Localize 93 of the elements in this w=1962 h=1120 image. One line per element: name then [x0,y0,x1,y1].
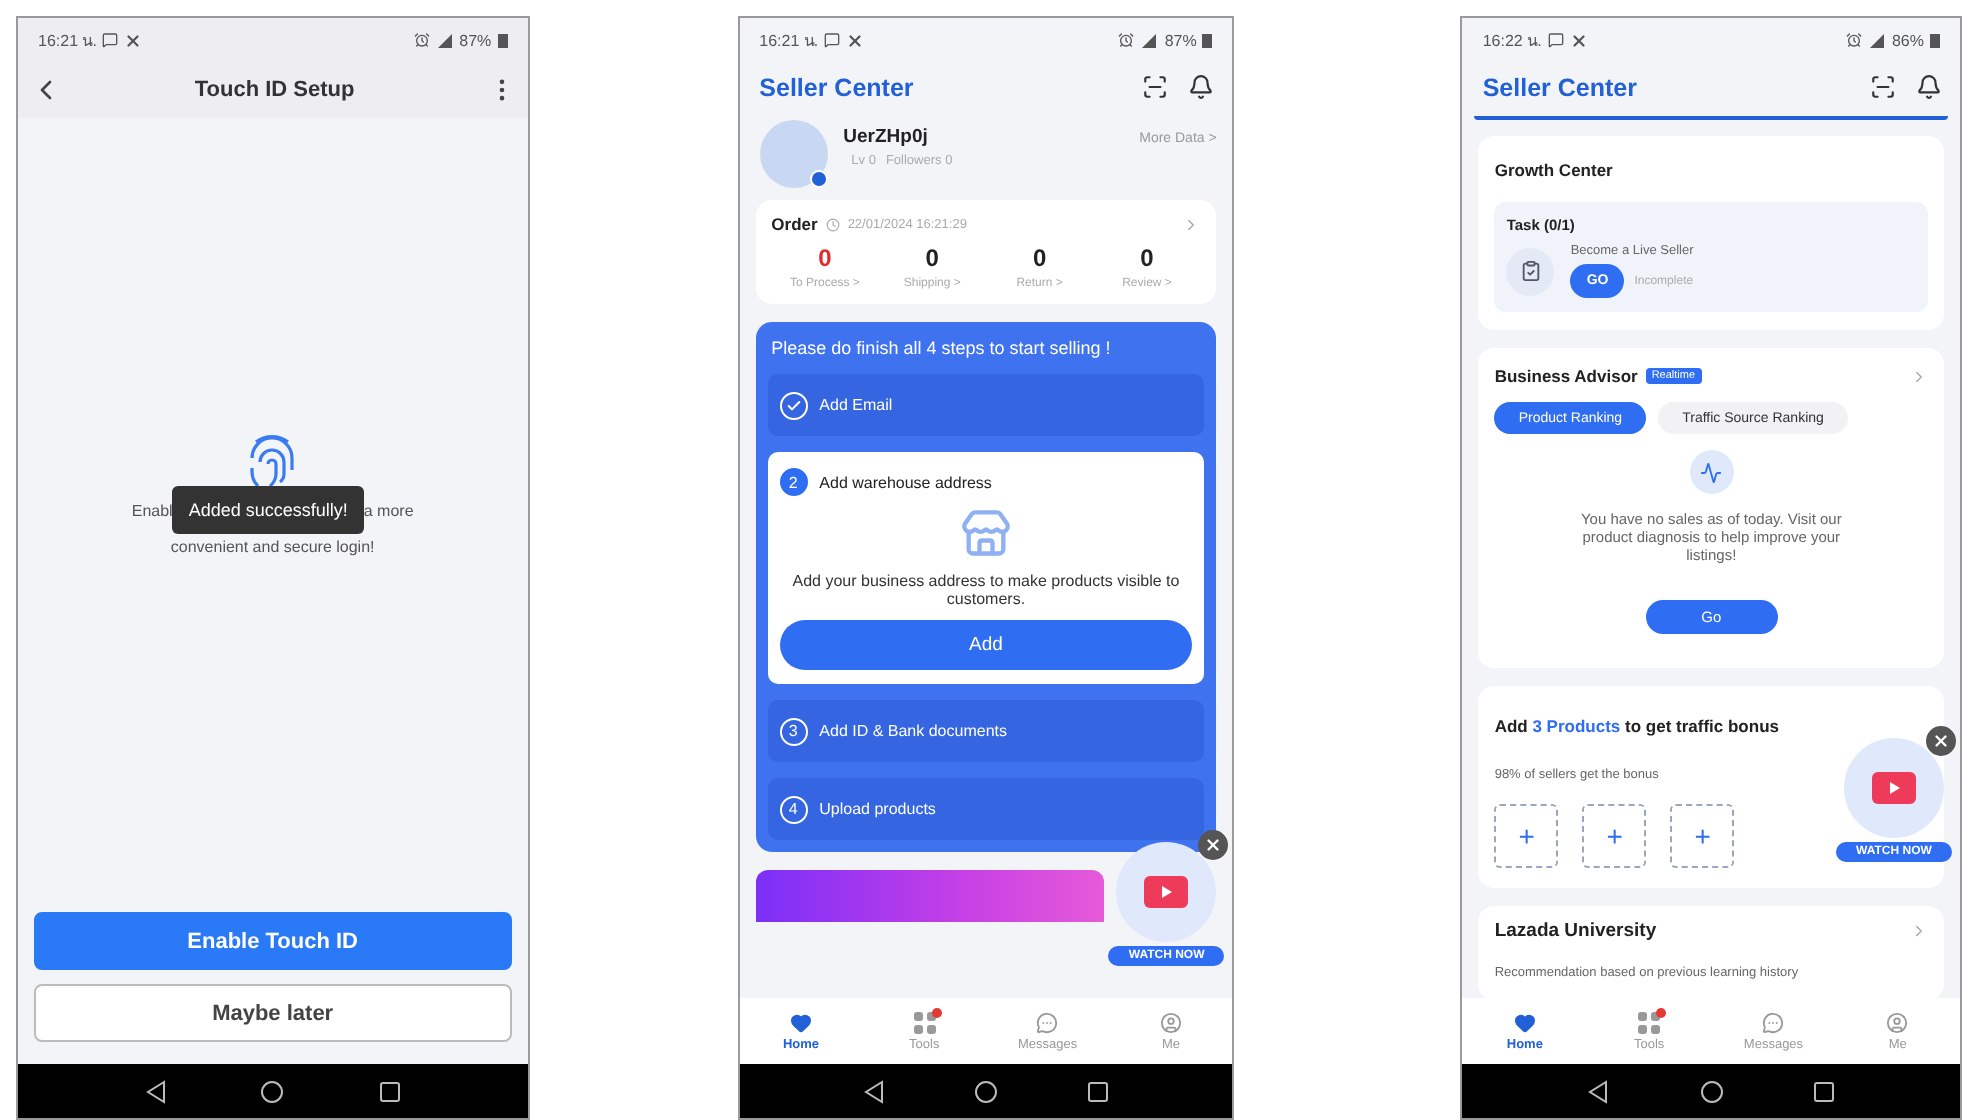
battery-percent: 87% [459,31,492,49]
step-item[interactable]: 2 Add warehouse address Add your business address to make products visible to customers. Add [767,452,1205,684]
step-item[interactable]: Add Email [767,374,1205,436]
alarm-icon [1118,32,1135,48]
step-item[interactable]: 4 Upload products [767,778,1205,840]
card-title: Order [771,214,818,234]
home-icon[interactable] [260,1079,285,1103]
card-title: Growth Center [1494,160,1613,180]
status-time: 16:21 น. [759,29,819,53]
store-icon [959,508,1012,560]
stat-value: 0 [925,244,939,272]
status-time: 16:22 น. [1482,29,1542,53]
stat-value: 0 [1032,244,1047,272]
battery-icon [1202,32,1213,48]
clock-icon [825,217,840,231]
message-text: a more [363,501,414,519]
notification-icon[interactable] [1188,74,1215,100]
grid-icon [913,1011,936,1033]
bonus-title: Add 3 Products to get traffic bonus [1494,716,1779,736]
signal-icon [1867,32,1886,48]
card-title: Lazada University [1494,920,1657,942]
card-title: Please do finish all 4 steps to start selling ! [769,338,1113,358]
step-label: Upload products [819,800,936,818]
enable-button[interactable]: Enable Touch ID [34,912,512,970]
battery-percent: 86% [1891,31,1924,49]
grid-icon [1638,1011,1661,1033]
close-icon [1932,732,1950,750]
add-product-slot[interactable]: + [1582,804,1647,868]
message-text: convenient and secure login! [170,538,375,556]
chat-icon [1036,1011,1059,1033]
stat-value: 0 [818,244,832,272]
x-icon [1569,31,1588,49]
step-number: 4 [779,795,808,823]
user-icon [1159,1011,1182,1033]
notification-dot [931,1007,942,1017]
user-icon [1886,1011,1909,1033]
app-title: Seller Center [1482,73,1637,101]
home-icon[interactable] [973,1079,998,1103]
step-label: Add Email [819,396,893,414]
close-button[interactable] [1926,726,1956,756]
heart-icon [1513,1011,1536,1033]
x-icon [124,31,143,49]
back-icon[interactable] [1586,1079,1611,1103]
app-title: Seller Center [759,73,914,101]
add-product-slot[interactable]: + [1670,804,1735,868]
heart-icon [789,1011,812,1033]
toast: Added successfully! [172,486,364,534]
chat-icon [1547,32,1564,48]
step-label: Add ID & Bank documents [819,722,1007,740]
message-text: Enabl [131,501,173,519]
x-icon [846,31,865,49]
step-number: 2 [779,468,808,496]
step-number: 3 [779,717,808,745]
activity-icon [1700,461,1723,483]
step-label: Add warehouse address [819,473,992,491]
later-button[interactable]: Maybe later [34,984,512,1042]
battery-percent: 87% [1164,31,1197,49]
home-icon[interactable] [1699,1079,1724,1103]
step-item[interactable]: 3 Add ID & Bank documents [767,700,1205,762]
chat-icon [824,32,841,48]
close-icon [1204,836,1223,854]
signal-icon [1140,32,1159,48]
add-button[interactable]: Add [779,620,1193,670]
scan-icon[interactable] [1142,74,1169,100]
notification-dot [1656,1007,1667,1017]
add-product-slot[interactable]: + [1494,804,1559,868]
screen-title: Touch ID Setup [194,78,355,102]
status-time: 16:21 น. [38,29,97,53]
signal-icon [435,32,454,48]
checklist-icon [1519,260,1542,282]
stat-value: 0 [1140,244,1154,272]
recent-apps-icon[interactable] [1811,1079,1836,1103]
video-icon [1868,768,1920,808]
battery-icon [497,32,508,48]
step-description: Add your business address to make products visible to customers. [790,572,1182,608]
shop-name: UerZHp0j [843,125,930,147]
back-icon[interactable] [862,1079,887,1103]
alarm-icon [1845,32,1862,48]
card-title: Business Advisor [1494,366,1638,386]
close-button[interactable] [1198,830,1229,860]
alarm-icon [413,32,430,48]
notification-icon[interactable] [1916,74,1942,100]
chat-icon [102,32,119,48]
avatar[interactable] [759,120,828,188]
scan-icon[interactable] [1870,74,1896,100]
recent-apps-icon[interactable] [1085,1079,1110,1103]
video-icon [1140,872,1193,912]
chat-icon [1762,1011,1785,1033]
edit-badge-icon [809,170,828,188]
video-bubble[interactable] [1116,842,1217,942]
recent-apps-icon[interactable] [377,1079,402,1103]
battery-icon [1930,32,1940,48]
back-icon[interactable] [144,1079,169,1103]
